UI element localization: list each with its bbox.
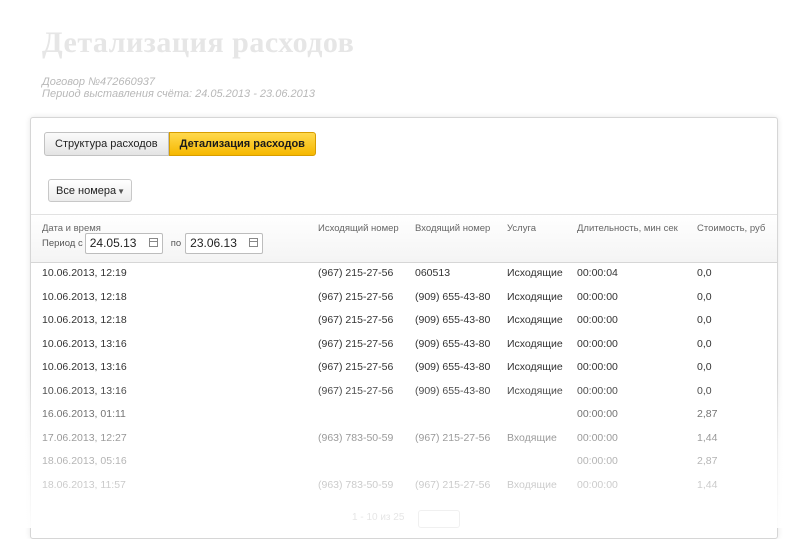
cell-date: 10.06.2013, 13:16 <box>42 337 127 350</box>
billing-period: Период выставления счёта: 24.05.2013 - 2… <box>42 88 315 100</box>
cell-duration: 00:00:00 <box>577 384 618 397</box>
cell-cost: 2,87 <box>697 455 718 467</box>
cell-service: Входящие <box>507 478 557 491</box>
cell-incoming: 060513 <box>415 267 451 279</box>
tab-expense-details[interactable]: Детализация расходов <box>168 132 316 156</box>
period-to-value: 23.06.13 <box>190 236 237 250</box>
cell-duration: 00:00:00 <box>577 361 618 373</box>
contract-number: Договор №472660937 <box>42 76 156 88</box>
cell-outgoing: (967) 215-27-56 <box>318 290 394 303</box>
cell-service: Исходящие <box>507 384 563 397</box>
cell-outgoing: (967) 215-27-56 <box>318 361 394 373</box>
number-select[interactable]: Все номера ▼ <box>48 179 132 202</box>
table-row: 17.06.2013, 12:27 (963) 783-50-59 (967) 21… <box>31 427 777 451</box>
table-row: 16.06.2013, 01:11 00:00:00 2,87 <box>31 403 777 427</box>
table-header: Дата и время Период с 24.05.13 по 23.06.… <box>31 214 777 263</box>
cell-cost: 0,0 <box>697 267 712 279</box>
cell-service: Исходящие <box>507 361 563 373</box>
cell-date: 16.06.2013, 01:11 <box>42 408 126 420</box>
cell-outgoing: (967) 215-27-56 <box>318 267 394 279</box>
period-to-label: по <box>170 238 182 249</box>
table-row: 10.06.2013, 13:16 (967) 215-27-56 (909) 65… <box>31 380 777 404</box>
cell-cost: 1,44 <box>697 478 718 491</box>
cell-incoming: (909) 655-43-80 <box>415 384 491 397</box>
cell-service: Исходящие <box>507 290 563 303</box>
table-row: 10.06.2013, 13:16 (967) 215-27-56 (909) 65… <box>31 333 777 357</box>
table-row: 10.06.2013, 12:18 (967) 215-27-56 (909) 65… <box>31 286 777 310</box>
period-from-input[interactable]: 24.05.13 <box>84 233 163 254</box>
calendar-icon[interactable] <box>148 238 158 247</box>
cell-duration: 00:00:00 <box>577 478 618 491</box>
cell-duration: 00:00:00 <box>577 314 618 326</box>
table-row: 10.06.2013, 12:19 (967) 215-27-56 060513 Ис… <box>31 262 777 286</box>
number-select-value: Все номера <box>56 185 117 197</box>
header-service: Услуга <box>507 223 536 234</box>
cell-incoming: (967) 215-27-56 <box>415 478 491 491</box>
calendar-icon[interactable] <box>249 238 259 247</box>
expenses-panel: Структура расходов Детализация расходов … <box>30 117 778 539</box>
cell-date: 10.06.2013, 12:18 <box>42 314 127 326</box>
cell-cost: 1,44 <box>697 431 718 444</box>
cell-cost: 0,0 <box>697 290 712 303</box>
cell-incoming: (967) 215-27-56 <box>415 431 491 444</box>
cell-date: 17.06.2013, 12:27 <box>42 431 127 444</box>
cell-service: Исходящие <box>507 314 563 326</box>
table-body: 10.06.2013, 12:19 (967) 215-27-56 060513 Ис… <box>31 262 777 497</box>
cell-duration: 00:00:00 <box>577 290 618 303</box>
cell-outgoing: (967) 215-27-56 <box>318 384 394 397</box>
cell-date: 10.06.2013, 13:16 <box>42 384 127 397</box>
cell-duration: 00:00:00 <box>577 431 618 444</box>
cell-service: Исходящие <box>507 267 563 279</box>
cell-outgoing: (967) 215-27-56 <box>318 337 394 350</box>
cell-duration: 00:00:00 <box>577 337 618 350</box>
table-row: 10.06.2013, 13:16 (967) 215-27-56 (909) 65… <box>31 356 777 380</box>
cell-cost: 0,0 <box>697 337 712 350</box>
pagination-button[interactable] <box>418 510 460 528</box>
tab-bar: Структура расходов Детализация расходов <box>44 132 316 156</box>
cell-duration: 00:00:00 <box>577 408 618 420</box>
table-row: 18.06.2013, 05:16 00:00:00 2,87 <box>31 450 777 474</box>
period-filter: Период с 24.05.13 по 23.06.13 <box>42 233 264 254</box>
cell-incoming: (909) 655-43-80 <box>415 361 491 373</box>
cell-duration: 00:00:00 <box>577 455 618 467</box>
period-from-value: 24.05.13 <box>89 236 137 250</box>
period-to-input[interactable]: 23.06.13 <box>185 233 264 254</box>
cell-date: 10.06.2013, 12:19 <box>42 267 127 279</box>
pagination-text: 1 - 10 из 25 <box>352 512 405 523</box>
tab-expense-structure[interactable]: Структура расходов <box>44 132 169 156</box>
cell-incoming: (909) 655-43-80 <box>415 290 491 303</box>
header-incoming: Входящий номер <box>415 223 491 234</box>
period-from-label: Период с <box>42 238 83 249</box>
cell-cost: 0,0 <box>697 314 712 326</box>
table-row: 10.06.2013, 12:18 (967) 215-27-56 (909) 65… <box>31 309 777 333</box>
cell-date: 10.06.2013, 12:18 <box>42 290 127 303</box>
cell-outgoing: (963) 783-50-59 <box>318 431 394 444</box>
table-row: 18.06.2013, 11:57 (963) 783-50-59 (967) 21… <box>31 474 777 498</box>
cell-cost: 0,0 <box>697 384 712 397</box>
cell-incoming: (909) 655-43-80 <box>415 337 491 350</box>
cell-service: Исходящие <box>507 337 563 350</box>
cell-incoming: (909) 655-43-80 <box>415 314 491 326</box>
cell-date: 10.06.2013, 13:16 <box>42 361 127 373</box>
chevron-down-icon: ▼ <box>117 187 125 196</box>
header-outgoing: Исходящий номер <box>318 223 399 234</box>
cell-date: 18.06.2013, 05:16 <box>42 455 127 467</box>
cell-outgoing: (967) 215-27-56 <box>318 314 394 326</box>
page-title: Детализация расходов <box>42 26 355 59</box>
cell-cost: 2,87 <box>697 408 718 420</box>
cell-outgoing: (963) 783-50-59 <box>318 478 394 491</box>
cell-cost: 0,0 <box>697 361 712 373</box>
cell-duration: 00:00:04 <box>577 267 618 279</box>
cell-date: 18.06.2013, 11:57 <box>42 478 126 491</box>
cell-service: Входящие <box>507 431 557 444</box>
header-duration: Длительность, мин сек <box>577 223 678 234</box>
header-cost: Стоимость, руб <box>697 223 766 234</box>
